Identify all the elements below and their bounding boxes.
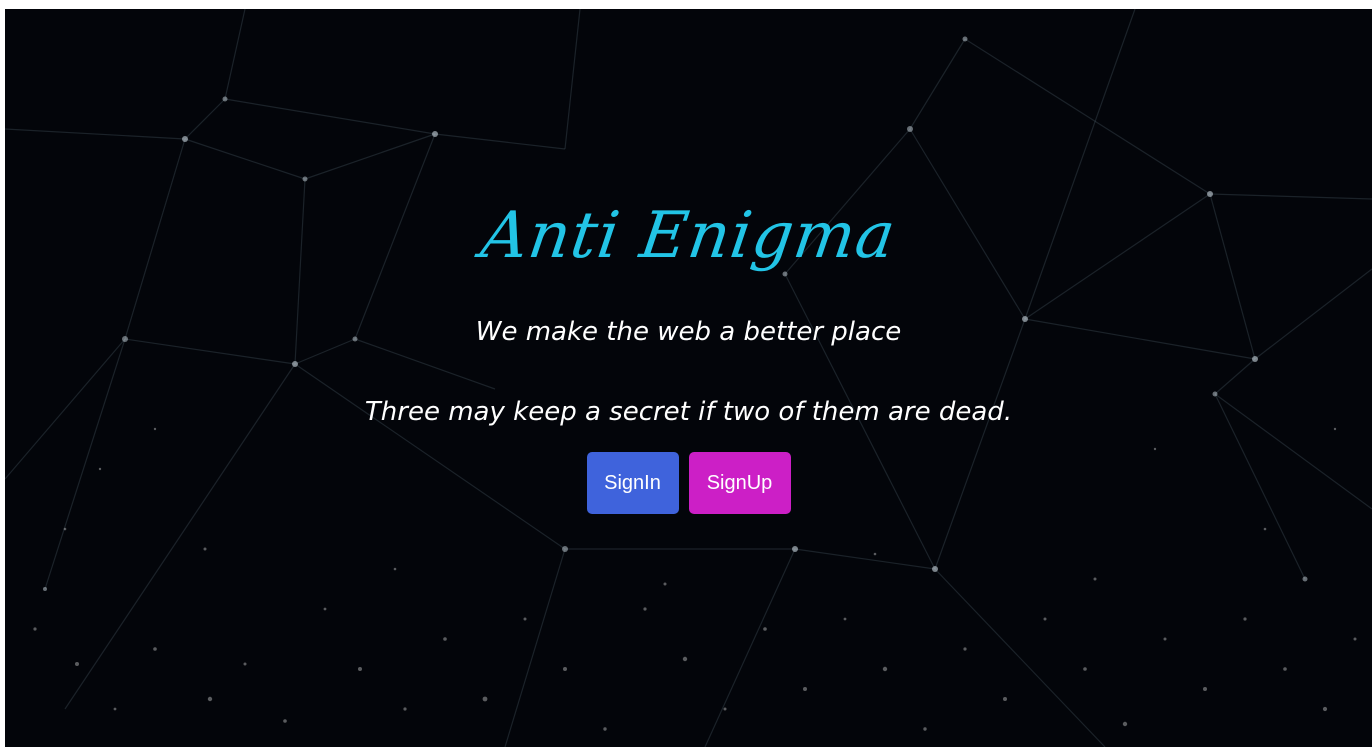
quote-text: Three may keep a secret if two of them a… <box>364 397 1013 427</box>
brand-title: Anti Enigma <box>476 199 901 273</box>
landing-page: Anti Enigma We make the web a better pla… <box>5 9 1372 747</box>
signin-button[interactable]: SignIn <box>586 452 679 514</box>
auth-button-group: SignIn SignUp <box>5 452 1372 514</box>
tagline: We make the web a better place <box>475 317 902 347</box>
hero-section: Anti Enigma We make the web a better pla… <box>5 9 1372 747</box>
signup-button[interactable]: SignUp <box>688 452 791 514</box>
